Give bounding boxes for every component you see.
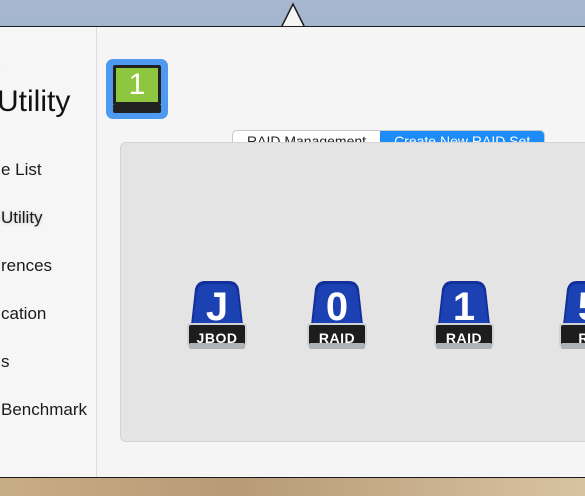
sidebar-item-logs[interactable]: s xyxy=(1,352,10,372)
raid-type-panel: J JBOD 0 RAID 1 RAID xyxy=(120,142,585,442)
raid-glyph: 1 xyxy=(452,285,476,329)
sidebar-item-device-list[interactable]: e List xyxy=(1,160,42,180)
sidebar: t Utility e List Utility rences cation s… xyxy=(0,27,97,477)
device-base xyxy=(113,105,161,113)
raid-type-5[interactable]: 5 RA xyxy=(557,279,585,351)
app-title-line2: Utility xyxy=(0,85,71,118)
sidebar-item-identification[interactable]: cation xyxy=(1,304,46,324)
device-number: 1 xyxy=(113,65,161,105)
raid-caption: RAID xyxy=(445,330,483,346)
raid-type-0[interactable]: 0 RAID xyxy=(305,279,369,351)
raid-glyph: 0 xyxy=(325,285,349,329)
raid-caption: RA xyxy=(557,330,585,346)
raid-type-1[interactable]: 1 RAID xyxy=(432,279,496,351)
sidebar-item-benchmark[interactable]: Benchmark xyxy=(1,400,87,420)
sidebar-item-raid-utility[interactable]: Utility xyxy=(1,208,43,228)
raid-caption: JBOD xyxy=(196,330,238,346)
raid-caption: RAID xyxy=(318,330,356,346)
raid-glyph: 5 xyxy=(557,285,585,329)
raid-glyph: J xyxy=(205,285,229,329)
drive-enclosure-icon: 1 xyxy=(106,59,168,119)
app-popover-window: t Utility e List Utility rences cation s… xyxy=(0,26,585,478)
raid-type-jbod[interactable]: J JBOD xyxy=(185,279,249,351)
sidebar-item-preferences[interactable]: rences xyxy=(1,256,52,276)
